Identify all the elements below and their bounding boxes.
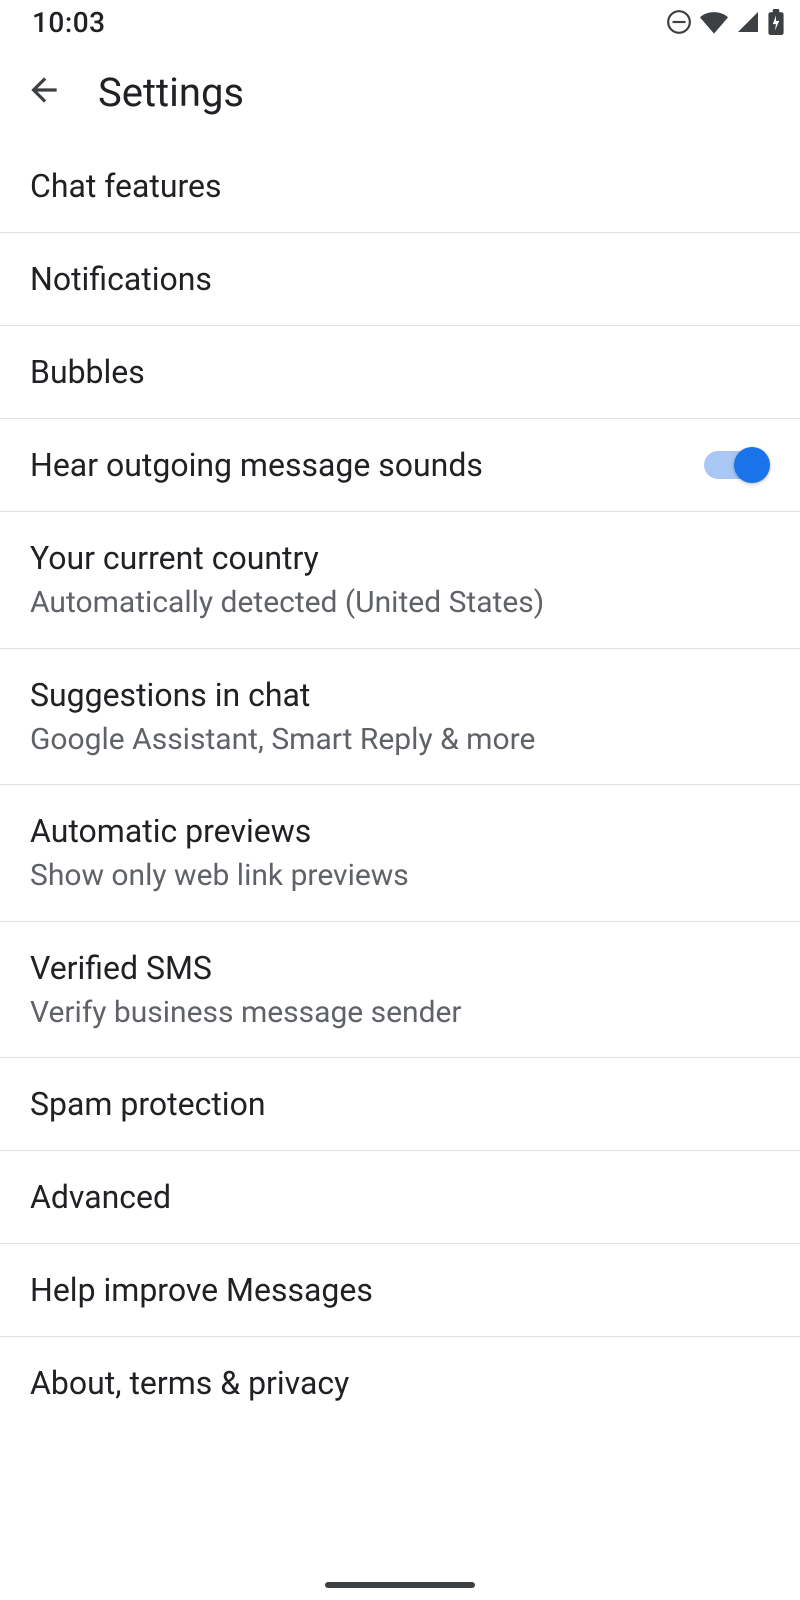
item-title: Advanced xyxy=(30,1177,770,1217)
page-title: Settings xyxy=(98,69,244,116)
item-verified-sms[interactable]: Verified SMS Verify business message sen… xyxy=(0,922,800,1059)
item-title: Notifications xyxy=(30,259,770,299)
hear-outgoing-switch[interactable] xyxy=(704,447,770,483)
item-bubbles[interactable]: Bubbles xyxy=(0,326,800,419)
item-automatic-previews[interactable]: Automatic previews Show only web link pr… xyxy=(0,785,800,922)
item-title: Help improve Messages xyxy=(30,1270,770,1310)
switch-thumb xyxy=(734,447,770,483)
arrow-back-icon xyxy=(25,71,63,113)
item-current-country[interactable]: Your current country Automatically detec… xyxy=(0,512,800,649)
dnd-icon xyxy=(666,9,692,35)
wifi-icon xyxy=(700,10,728,34)
item-title: Verified SMS xyxy=(30,948,770,988)
item-title: Hear outgoing message sounds xyxy=(30,445,684,485)
settings-list: Chat features Notifications Bubbles Hear… xyxy=(0,140,800,1429)
item-spam-protection[interactable]: Spam protection xyxy=(0,1058,800,1151)
item-help-improve-messages[interactable]: Help improve Messages xyxy=(0,1244,800,1337)
item-advanced[interactable]: Advanced xyxy=(0,1151,800,1244)
item-title: Automatic previews xyxy=(30,811,770,851)
item-title: Bubbles xyxy=(30,352,770,392)
item-subtitle: Verify business message sender xyxy=(30,994,770,1032)
status-time: 10:03 xyxy=(32,6,106,39)
status-icons xyxy=(666,9,784,35)
item-title: About, terms & privacy xyxy=(30,1363,770,1403)
app-bar: Settings xyxy=(0,44,800,140)
back-button[interactable] xyxy=(16,64,72,120)
item-notifications[interactable]: Notifications xyxy=(0,233,800,326)
item-chat-features[interactable]: Chat features xyxy=(0,140,800,233)
item-title: Chat features xyxy=(30,166,770,206)
item-suggestions-in-chat[interactable]: Suggestions in chat Google Assistant, Sm… xyxy=(0,649,800,786)
cellular-icon xyxy=(736,10,760,34)
item-title: Your current country xyxy=(30,538,770,578)
item-subtitle: Show only web link previews xyxy=(30,857,770,895)
item-about-terms-privacy[interactable]: About, terms & privacy xyxy=(0,1337,800,1429)
battery-icon xyxy=(768,9,784,35)
item-title: Suggestions in chat xyxy=(30,675,770,715)
item-hear-outgoing-sounds[interactable]: Hear outgoing message sounds xyxy=(0,419,800,512)
item-subtitle: Automatically detected (United States) xyxy=(30,584,770,622)
item-subtitle: Google Assistant, Smart Reply & more xyxy=(30,721,770,759)
status-bar: 10:03 xyxy=(0,0,800,44)
item-title: Spam protection xyxy=(30,1084,770,1124)
gesture-nav-handle[interactable] xyxy=(325,1582,475,1588)
